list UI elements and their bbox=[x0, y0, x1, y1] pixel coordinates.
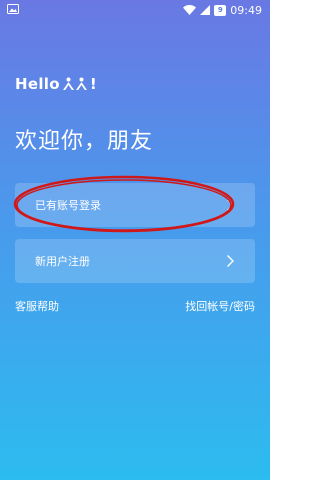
people-icon bbox=[62, 77, 87, 90]
wifi-icon bbox=[183, 5, 197, 15]
chevron-right-icon bbox=[227, 255, 234, 267]
chevron-right-icon bbox=[227, 199, 234, 211]
status-clock: 09:49 bbox=[230, 3, 262, 17]
logo-text: Hello bbox=[15, 75, 60, 93]
battery-icon: 9 bbox=[214, 4, 227, 16]
welcome-title: 欢迎你，朋友 bbox=[15, 129, 154, 154]
existing-account-login-label: 已有账号登录 bbox=[35, 199, 101, 212]
existing-account-login-button[interactable]: 已有账号登录 bbox=[15, 183, 255, 227]
image-notification-icon bbox=[7, 4, 19, 14]
status-icons: 9 09:49 bbox=[183, 2, 262, 18]
new-user-register-label: 新用户注册 bbox=[35, 255, 90, 268]
new-user-register-button[interactable]: 新用户注册 bbox=[15, 239, 255, 283]
login-screen: 9 09:49 Hello ! 欢迎你，朋友 已有账号登录 新用户注册 客服帮助… bbox=[0, 0, 270, 480]
signal-icon bbox=[200, 5, 211, 15]
logo-exclamation: ! bbox=[89, 75, 97, 93]
status-bar: 9 09:49 bbox=[0, 0, 270, 20]
hello-logo: Hello ! bbox=[15, 74, 97, 94]
recover-account-link[interactable]: 找回帐号/密码 bbox=[185, 298, 255, 314]
customer-support-link[interactable]: 客服帮助 bbox=[15, 298, 59, 314]
